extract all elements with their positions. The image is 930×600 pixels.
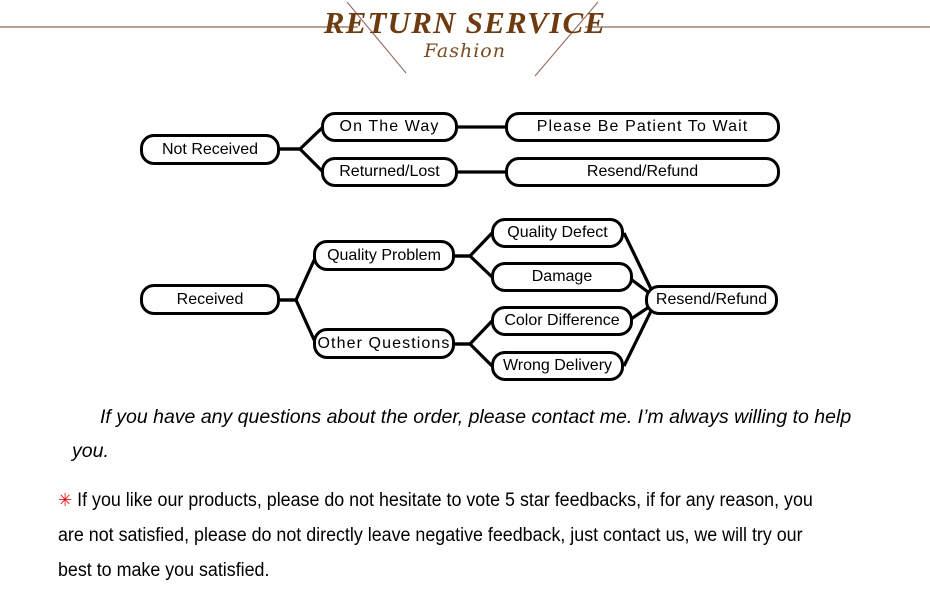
node-received[interactable]: Received bbox=[140, 284, 280, 315]
node-on-the-way-label: On The Way bbox=[339, 118, 440, 135]
node-please-be-patient-label: Please Be Patient To Wait bbox=[536, 118, 749, 135]
feedback-paragraph-text: If you like our products, please do not … bbox=[58, 490, 813, 581]
node-quality-problem-label: Quality Problem bbox=[327, 246, 441, 264]
node-quality-problem[interactable]: Quality Problem bbox=[313, 240, 455, 271]
connector-other-questions-to-color-difference bbox=[455, 319, 494, 346]
connector-not-received-to-on-the-way bbox=[280, 125, 325, 151]
node-received-label: Received bbox=[176, 290, 244, 308]
node-not-received[interactable]: Not Received bbox=[140, 134, 280, 165]
connector-received-to-quality-problem bbox=[280, 255, 318, 302]
node-color-difference[interactable]: Color Difference bbox=[491, 306, 633, 336]
connector-not-received-to-returned-lost bbox=[280, 147, 325, 174]
node-other-questions[interactable]: Other Questions bbox=[313, 328, 455, 359]
asterisk-icon: ✳ bbox=[58, 490, 73, 510]
node-damage-label: Damage bbox=[531, 268, 593, 285]
node-on-the-way[interactable]: On The Way bbox=[321, 112, 458, 142]
node-returned-lost[interactable]: Returned/Lost bbox=[321, 157, 458, 187]
contact-paragraph: If you have any questions about the orde… bbox=[72, 406, 852, 462]
connector-received-to-other-questions bbox=[280, 298, 318, 345]
page-subtitle: Fashion bbox=[424, 40, 506, 62]
node-quality-defect[interactable]: Quality Defect bbox=[491, 218, 624, 248]
node-resend-refund-top-label: Resend/Refund bbox=[586, 163, 699, 180]
page-title: RETURN SERVICE bbox=[323, 5, 607, 40]
node-resend-refund-bottom[interactable]: Resend/Refund bbox=[645, 285, 778, 315]
node-quality-defect-label: Quality Defect bbox=[507, 224, 608, 241]
connector-quality-problem-to-quality-defect bbox=[455, 231, 494, 258]
node-wrong-delivery[interactable]: Wrong Delivery bbox=[491, 351, 624, 381]
node-resend-refund-top[interactable]: Resend/Refund bbox=[505, 157, 780, 187]
connector-quality-problem-to-damage bbox=[455, 254, 494, 279]
node-color-difference-label: Color Difference bbox=[504, 312, 620, 329]
node-returned-lost-label: Returned/Lost bbox=[339, 163, 440, 180]
node-damage[interactable]: Damage bbox=[491, 262, 633, 292]
flowchart-connectors bbox=[280, 125, 654, 368]
return-flowchart: Not Received On The Way Returned/Lost Pl… bbox=[0, 95, 930, 395]
node-resend-refund-bottom-label: Resend/Refund bbox=[655, 291, 768, 308]
node-please-be-patient-to-wait[interactable]: Please Be Patient To Wait bbox=[505, 112, 780, 142]
connector-other-questions-to-wrong-delivery bbox=[455, 342, 494, 368]
node-wrong-delivery-label: Wrong Delivery bbox=[502, 357, 613, 374]
page-header: RETURN SERVICE Fashion bbox=[0, 0, 930, 80]
node-not-received-label: Not Received bbox=[161, 140, 259, 158]
feedback-paragraph: ✳ If you like our products, please do no… bbox=[58, 483, 838, 588]
node-other-questions-label: Other Questions bbox=[317, 334, 451, 352]
